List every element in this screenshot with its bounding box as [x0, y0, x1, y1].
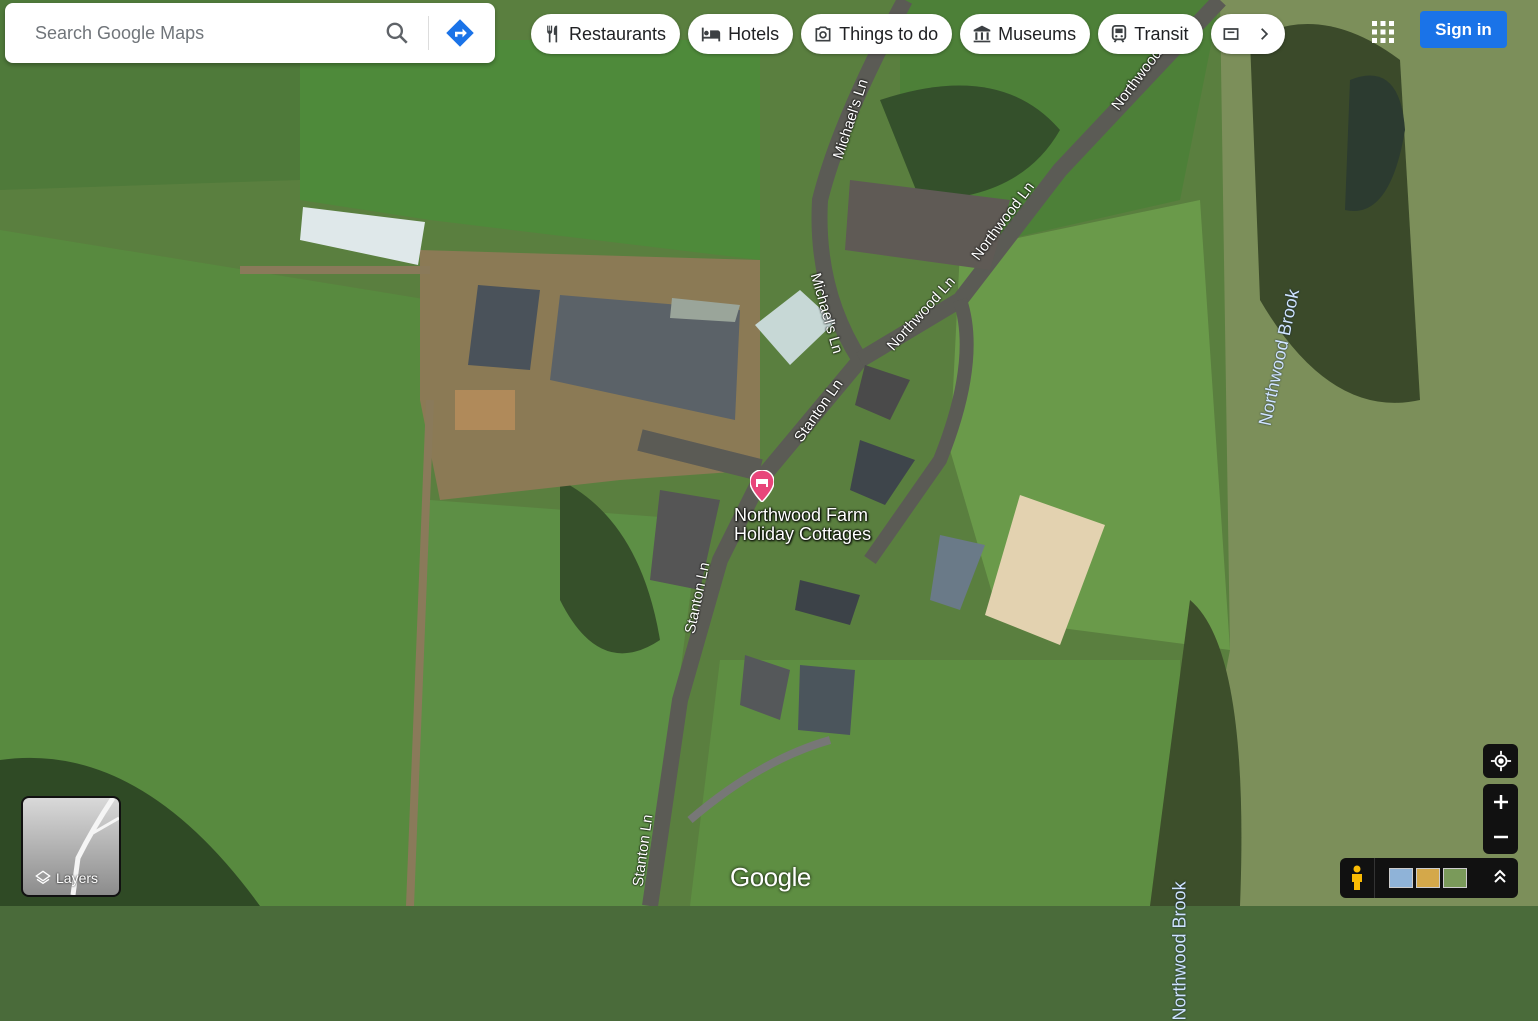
- chip-label: Things to do: [839, 23, 939, 44]
- search-divider: [428, 16, 429, 50]
- place-pin[interactable]: [749, 469, 775, 504]
- place-label[interactable]: Northwood Farm Holiday Cottages: [734, 506, 871, 544]
- layers-icon: [35, 870, 51, 885]
- place-name-line2: Holiday Cottages: [734, 524, 872, 544]
- parking-icon: [1223, 28, 1239, 40]
- pegman-icon: [1352, 865, 1362, 890]
- layers-button[interactable]: Layers: [21, 796, 121, 897]
- chip-hotels[interactable]: Hotels: [688, 14, 794, 54]
- directions-icon: [446, 19, 474, 47]
- category-chips: Restaurants Hotels Things to do Museums …: [531, 14, 1285, 54]
- satellite-map[interactable]: [0, 0, 1538, 906]
- pegman-button[interactable]: [1340, 858, 1375, 898]
- expand-button[interactable]: [1493, 868, 1507, 889]
- chevron-right-icon: [1260, 28, 1268, 40]
- apps-grid-icon: [1372, 21, 1394, 43]
- chip-more[interactable]: [1210, 14, 1285, 54]
- layers-label-wrap: Layers: [35, 870, 98, 886]
- bed-icon: [701, 27, 721, 42]
- zoom-in-button[interactable]: [1483, 784, 1518, 819]
- camera-icon: [815, 26, 831, 42]
- chip-restaurants[interactable]: Restaurants: [531, 14, 681, 54]
- search-box: Search Google Maps: [5, 3, 495, 63]
- chip-label: Museums: [998, 23, 1077, 44]
- google-apps-button[interactable]: [1371, 20, 1395, 44]
- place-name-line1: Northwood Farm: [734, 505, 869, 525]
- google-logo: Google: [730, 862, 811, 892]
- imagery-thumbnails[interactable]: [1389, 868, 1467, 888]
- zoom-out-button[interactable]: [1483, 819, 1518, 854]
- chip-transit[interactable]: Transit: [1098, 14, 1203, 54]
- thumb-satellite[interactable]: [1416, 868, 1440, 888]
- my-location-button[interactable]: [1483, 744, 1518, 778]
- chips-next-button[interactable]: [1252, 20, 1281, 48]
- hotel-pin-icon: [749, 469, 775, 504]
- zoom-controls: [1483, 784, 1518, 854]
- map-bottom-bar: [1340, 858, 1518, 898]
- chip-label: Restaurants: [569, 23, 667, 44]
- sign-in-button[interactable]: Sign in: [1420, 11, 1507, 48]
- chip-label: Hotels: [728, 23, 780, 44]
- search-input[interactable]: Search Google Maps: [35, 23, 374, 44]
- search-icon: [386, 22, 408, 44]
- plus-icon: [1493, 794, 1508, 809]
- layers-label: Layers: [56, 870, 99, 886]
- directions-button[interactable]: [437, 10, 483, 56]
- chip-museums[interactable]: Museums: [960, 14, 1091, 54]
- fork-knife-icon: [547, 25, 558, 43]
- search-button[interactable]: [374, 10, 420, 56]
- thumb-terrain[interactable]: [1389, 868, 1413, 888]
- minus-icon: [1493, 835, 1508, 838]
- my-location-icon: [1490, 750, 1511, 772]
- thumb-photo[interactable]: [1443, 868, 1467, 888]
- train-icon: [1111, 25, 1127, 43]
- museum-icon: [973, 25, 991, 43]
- double-chevron-up-icon: [1494, 869, 1506, 883]
- chip-things-to-do[interactable]: Things to do: [801, 14, 953, 54]
- chip-label: Transit: [1134, 23, 1189, 44]
- water-label-brook-2: Northwood Brook: [1169, 881, 1190, 1021]
